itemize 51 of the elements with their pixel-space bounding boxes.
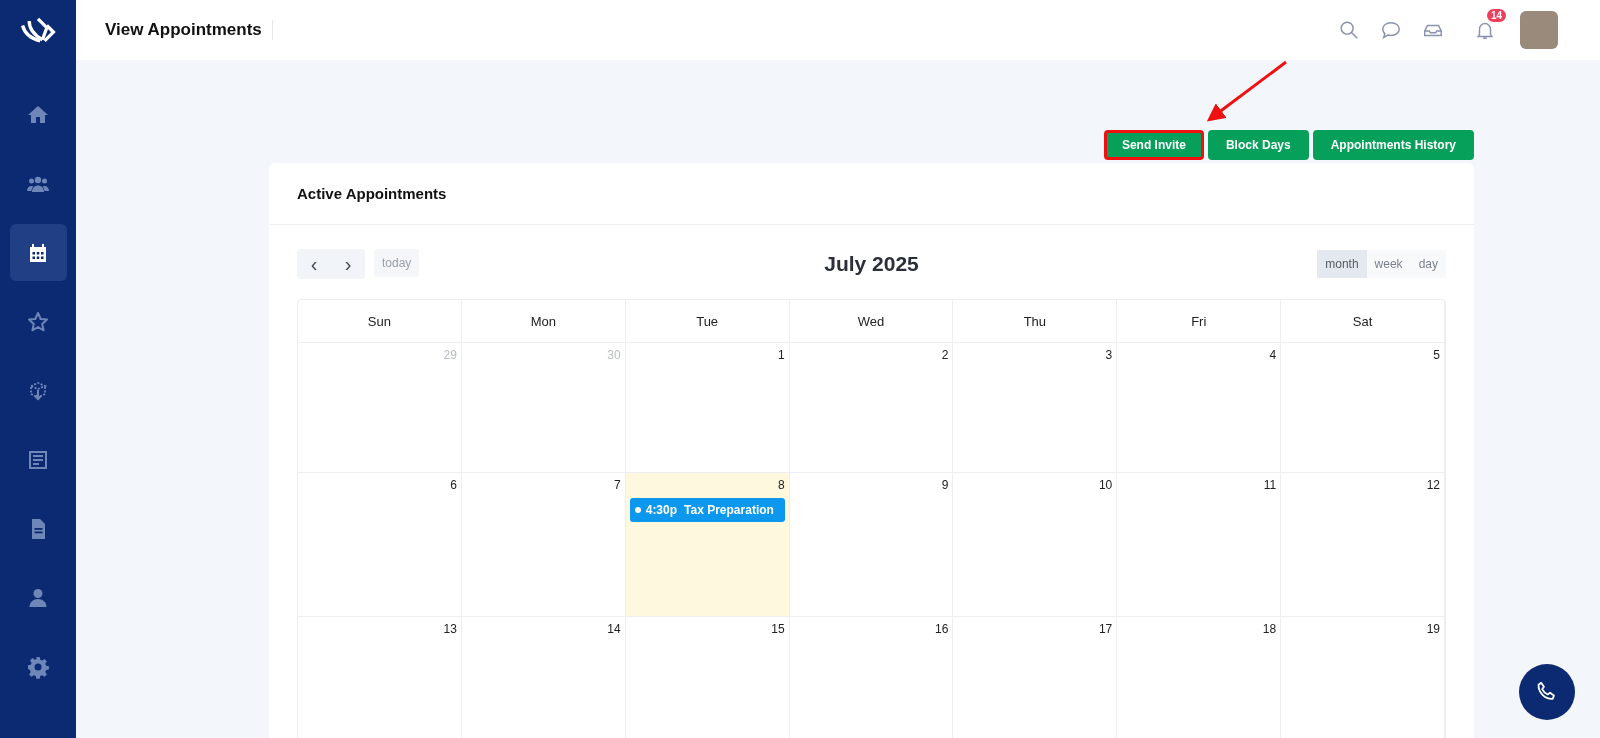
notification-badge: 14 xyxy=(1486,9,1506,22)
day-number: 5 xyxy=(1433,348,1440,362)
sidebar-item[interactable] xyxy=(9,224,67,281)
view-tab[interactable]: month xyxy=(1317,250,1367,278)
weekday-header: Wed xyxy=(789,300,954,343)
day-number: 18 xyxy=(1262,622,1277,636)
view-tab[interactable]: week xyxy=(1366,250,1411,278)
weekday-header: Tue xyxy=(625,300,790,343)
day-number: 3 xyxy=(1105,348,1113,362)
day-number: 8 xyxy=(777,478,785,492)
day-number: 7 xyxy=(614,478,621,492)
day-number: 6 xyxy=(450,478,457,492)
card-title: Active Appointments xyxy=(269,163,1474,225)
action-button[interactable]: Appointments History xyxy=(1312,130,1474,160)
event-title: Tax Preparation xyxy=(684,503,774,517)
chat-bubble-icon xyxy=(1380,19,1402,41)
dot-icon xyxy=(634,507,641,513)
day-number: 30 xyxy=(607,348,621,362)
action-button[interactable]: Block Days xyxy=(1207,130,1309,160)
weekday-header: Thu xyxy=(953,300,1118,343)
day-number: 16 xyxy=(935,622,949,636)
weekday-header: Fri xyxy=(1117,300,1282,343)
day-number: 10 xyxy=(1098,478,1113,492)
day-number: 15 xyxy=(771,622,785,636)
weekday-header: Sat xyxy=(1281,300,1445,343)
calendar-title: July 2025 xyxy=(824,252,919,276)
weekday-header: Sun xyxy=(298,300,462,343)
day-number: 12 xyxy=(1426,478,1440,492)
previous-button[interactable]: ‹ xyxy=(297,249,331,279)
next-button[interactable]: › xyxy=(331,249,365,279)
page-title: View Appointments xyxy=(105,20,273,40)
day-number: 4 xyxy=(1269,348,1277,362)
day-number: 2 xyxy=(941,348,949,362)
day-number: 13 xyxy=(443,622,457,636)
day-number: 1 xyxy=(777,348,785,362)
day-number: 11 xyxy=(1263,478,1277,492)
today-button[interactable]: today xyxy=(374,249,420,277)
view-tab[interactable]: day xyxy=(1410,250,1446,278)
action-button[interactable]: Send Invite xyxy=(1103,130,1204,160)
event-chip[interactable]: 4:30p Tax Preparation xyxy=(629,498,785,522)
weekday-header: Mon xyxy=(461,300,626,343)
day-number: 19 xyxy=(1426,622,1440,636)
settings-icon xyxy=(26,654,50,679)
day-number: 29 xyxy=(443,348,457,362)
event-time: 4:30p xyxy=(645,503,678,517)
star-icon xyxy=(26,309,50,334)
avatar-photo-placeholder[interactable] xyxy=(1520,11,1558,49)
day-number: 17 xyxy=(1098,622,1113,636)
search-icon xyxy=(1338,19,1360,41)
day-number: 14 xyxy=(607,622,621,636)
day-number: 9 xyxy=(941,478,949,492)
